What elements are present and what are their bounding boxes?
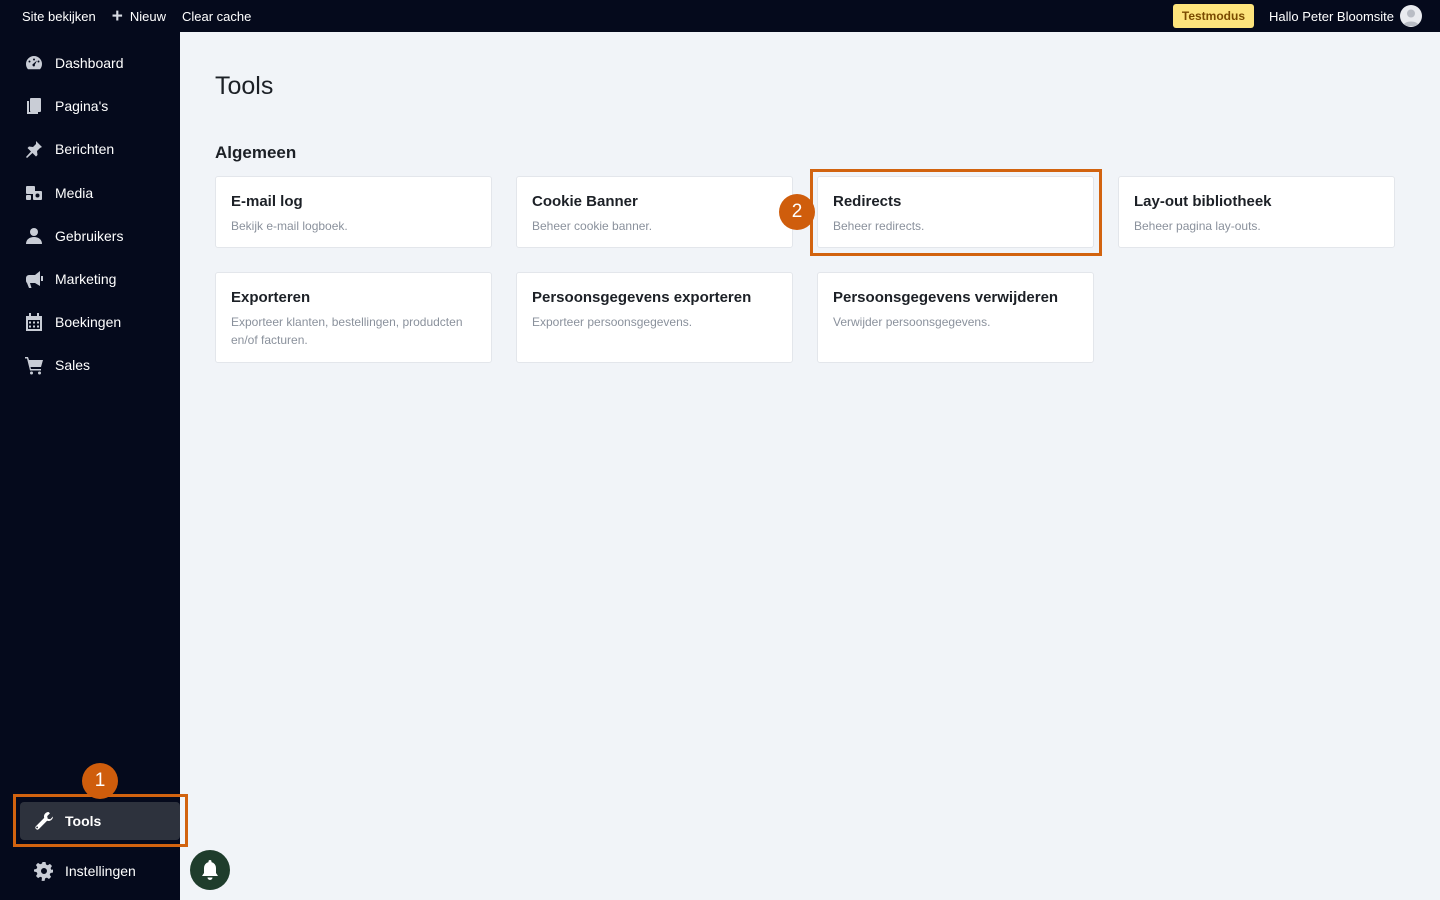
tool-card-export[interactable]: Exporteren Exporteer klanten, bestelling… [215,272,492,363]
tool-card-delete-personal-data[interactable]: Persoonsgegevens verwijderen Verwijder p… [817,272,1094,363]
sidebar-item-label: Media [55,185,94,201]
pages-icon [24,96,44,116]
sidebar-item-users[interactable]: Gebruikers [0,216,180,256]
sidebar-item-label: Instellingen [65,863,136,879]
card-description: Exporteer klanten, bestellingen, produdc… [231,315,463,347]
sidebar-item-label: Pagina's [55,98,109,114]
card-description: Beheer pagina lay-outs. [1134,219,1261,233]
tool-card-export-personal-data[interactable]: Persoonsgegevens exporteren Exporteer pe… [516,272,793,363]
sidebar-item-sales[interactable]: Sales [0,345,180,385]
card-title: Exporteren [231,289,311,306]
card-title: Persoonsgegevens exporteren [532,289,752,306]
gear-icon [34,861,54,881]
notification-bell-button[interactable] [190,850,230,890]
pin-icon [24,139,44,159]
sidebar-item-label: Dashboard [55,55,124,71]
clear-cache-link[interactable]: Clear cache [182,9,251,24]
avatar[interactable] [1400,5,1422,27]
highlight-box-tools [13,794,188,847]
sidebar-item-media[interactable]: Media [0,173,180,213]
tool-card-cookie-banner[interactable]: Cookie Banner Beheer cookie banner. [516,176,793,248]
user-icon [24,226,44,246]
view-site-link[interactable]: Site bekijken [22,9,96,24]
step-badge-2: 2 [779,194,815,230]
admin-top-bar: Site bekijken + Nieuw Clear cache Testmo… [0,0,1440,32]
dashboard-icon [24,53,44,73]
main-content: Tools Algemeen E-mail log Bekijk e-mail … [180,32,1440,900]
sidebar-item-pages[interactable]: Pagina's [0,86,180,126]
top-bar-left: Site bekijken + Nieuw Clear cache [0,7,267,26]
sidebar-item-label: Sales [55,357,91,373]
card-title: E-mail log [231,193,303,210]
user-greeting[interactable]: Hallo Peter Bloomsite [1269,9,1394,24]
sidebar-item-settings[interactable]: Instellingen [20,852,180,890]
card-description: Beheer cookie banner. [532,219,653,233]
sidebar-item-posts[interactable]: Berichten [0,129,180,169]
plus-icon: + [111,5,123,27]
card-description: Verwijder persoonsgegevens. [833,315,991,329]
test-mode-badge[interactable]: Testmodus [1172,4,1254,28]
media-icon [24,183,44,203]
page-title: Tools [215,72,274,100]
avatar-user-icon [1403,9,1419,26]
sidebar-item-bookings[interactable]: Boekingen [0,302,180,342]
top-bar-right: Testmodus Hallo Peter Bloomsite [1172,4,1440,28]
card-description: Exporteer persoonsgegevens. [532,315,693,329]
card-title: Persoonsgegevens verwijderen [833,289,1059,306]
card-description: Bekijk e-mail logboek. [231,219,348,233]
sidebar-item-label: Boekingen [55,314,122,330]
bell-icon [202,860,218,880]
new-label: Nieuw [129,8,166,24]
tool-card-layout-library[interactable]: Lay-out bibliotheek Beheer pagina lay-ou… [1118,176,1395,248]
step-badge-1: 1 [82,763,118,799]
highlight-box-redirects [810,169,1102,256]
card-title: Cookie Banner [532,193,638,210]
card-title: Lay-out bibliotheek [1134,193,1272,210]
megaphone-icon [24,269,44,289]
sidebar-item-dashboard[interactable]: Dashboard [0,43,180,83]
section-title: Algemeen [215,143,297,162]
calendar-icon [24,312,44,332]
tool-card-email-log[interactable]: E-mail log Bekijk e-mail logboek. [215,176,492,248]
cart-icon [24,355,44,375]
new-link[interactable]: + Nieuw [112,7,166,26]
sidebar-item-label: Marketing [55,271,117,287]
sidebar-item-label: Gebruikers [55,228,124,244]
sidebar-item-marketing[interactable]: Marketing [0,259,180,299]
sidebar-item-label: Berichten [55,141,115,157]
